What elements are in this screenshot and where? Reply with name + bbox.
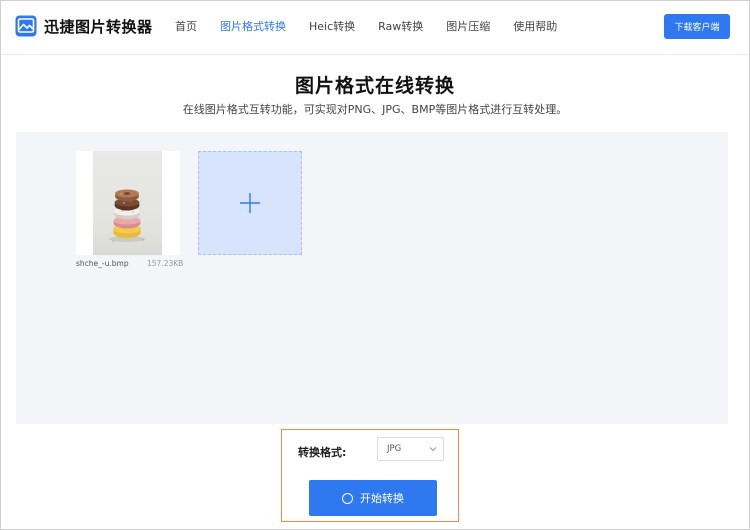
nav-home[interactable]: 首页	[175, 1, 197, 55]
chevron-down-icon	[429, 447, 437, 452]
logo-text: 迅捷图片转换器	[44, 17, 153, 36]
image-logo-icon	[15, 15, 37, 37]
page-title: 图片格式在线转换	[294, 75, 455, 97]
file-size: 157.23KB	[147, 259, 184, 268]
start-convert-button[interactable]: 开始转换	[309, 480, 437, 516]
nav-raw-convert[interactable]: Raw转换	[378, 1, 423, 55]
format-selected-value: JPG	[387, 444, 402, 454]
nav-heic-convert[interactable]: Heic转换	[309, 1, 355, 55]
page-subtitle: 在线图片格式互转功能，可实现对PNG、JPG、BMP等图片格式进行互转处理。	[182, 103, 568, 116]
add-image-button[interactable]	[198, 151, 302, 255]
download-client-button[interactable]: 下载客户端	[664, 14, 730, 39]
logo[interactable]: 迅捷图片转换器	[15, 15, 153, 37]
file-name: shche_-u.bmp	[76, 259, 129, 268]
format-select[interactable]: JPG	[377, 437, 444, 461]
nav-format-convert[interactable]: 图片格式转换	[220, 1, 286, 55]
format-label: 转换格式:	[298, 446, 347, 459]
uploaded-image-thumbnail[interactable]	[76, 151, 180, 255]
circle-icon	[342, 492, 353, 504]
top-header: 迅捷图片转换器 首页 图片格式转换 Heic转换 Raw转换 图片压缩 使用帮助…	[1, 1, 749, 55]
nav-help[interactable]: 使用帮助	[513, 1, 557, 55]
main-nav: 首页 图片格式转换 Heic转换 Raw转换 图片压缩 使用帮助	[175, 1, 580, 55]
nav-image-compress[interactable]: 图片压缩	[446, 1, 490, 55]
start-convert-label: 开始转换	[360, 492, 404, 505]
donut-photo	[93, 151, 162, 255]
plus-icon	[240, 193, 260, 213]
